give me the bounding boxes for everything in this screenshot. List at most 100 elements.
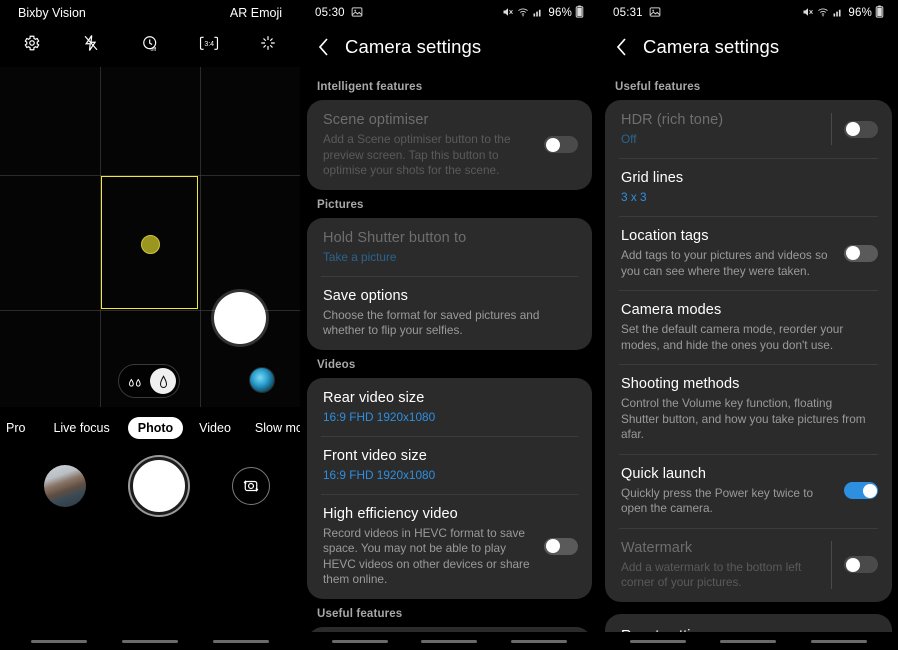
svg-text:3:4: 3:4 — [204, 41, 214, 48]
camera-app-panel: Bixby Vision AR Emoji off 3:4 Pro Live f… — [0, 0, 300, 650]
camera-mode-pro[interactable]: Pro — [0, 417, 35, 439]
nav-back-pill[interactable] — [511, 639, 568, 643]
row-description: Record videos in HEVC format to save spa… — [323, 525, 530, 587]
nav-home-pill[interactable] — [421, 639, 478, 643]
effects-icon[interactable] — [256, 31, 280, 55]
nav-back-pill[interactable] — [810, 639, 867, 643]
camera-settings-panel-top: 05:30 96% Camera settings Intelligent fe… — [300, 0, 598, 650]
nav-recents-pill[interactable] — [31, 639, 88, 643]
wide-lens-button[interactable] — [150, 368, 176, 394]
toggle-quick-launch[interactable] — [844, 482, 878, 499]
three-phone-screenshots: Bixby Vision AR Emoji off 3:4 Pro Live f… — [0, 0, 898, 650]
nav-home-pill[interactable] — [720, 639, 777, 643]
camera-mode-slow-motion[interactable]: Slow mot — [245, 417, 300, 439]
row-shooting-methods[interactable]: Shooting methods Control the Volume key … — [605, 364, 892, 454]
row-title: Location tags — [621, 228, 709, 244]
android-navigation-bar — [301, 632, 598, 650]
row-value: Take a picture — [323, 249, 397, 264]
back-chevron-icon[interactable] — [615, 37, 629, 57]
flash-off-icon[interactable] — [79, 31, 103, 55]
row-grid-lines[interactable]: Grid lines 3 x 3 — [605, 158, 892, 216]
row-location-tags[interactable]: Location tags Add tags to your pictures … — [605, 216, 892, 290]
card-pictures: Hold Shutter button to Take a picture Sa… — [307, 217, 592, 350]
row-title: Front video size — [323, 447, 427, 464]
row-rear-video-size[interactable]: Rear video size 16:9 FHD 1920x1080 — [307, 378, 592, 436]
switch-camera-icon[interactable] — [232, 467, 270, 505]
row-title: Save options — [323, 287, 409, 304]
aspect-ratio-3-4-icon[interactable]: 3:4 — [197, 31, 221, 55]
toggle-watermark[interactable] — [844, 556, 878, 573]
row-save-options[interactable]: Save options Choose the format for saved… — [307, 275, 592, 350]
nav-recents-pill[interactable] — [630, 639, 687, 643]
battery-icon — [875, 5, 884, 21]
status-bar: 05:30 96% — [301, 0, 598, 26]
row-scene-optimiser[interactable]: Scene optimiser Add a Scene optimiser bu… — [307, 100, 592, 190]
camera-bottom-controls — [0, 443, 300, 515]
ar-emoji-label[interactable]: AR Emoji — [230, 6, 282, 20]
camera-settings-panel-scrolled: 05:31 96% Camera settings Useful feature… — [598, 0, 898, 650]
camera-mode-photo[interactable]: Photo — [127, 417, 184, 439]
row-description: Control the Volume key function, floatin… — [621, 396, 866, 441]
back-chevron-icon[interactable] — [317, 37, 331, 57]
toggle-scene-optimiser[interactable] — [544, 136, 578, 154]
row-quick-launch[interactable]: Quick launch Quickly press the Power key… — [605, 453, 892, 528]
android-navigation-bar — [0, 632, 300, 650]
camera-top-labels: Bixby Vision AR Emoji — [0, 0, 300, 20]
signal-icon — [832, 6, 844, 21]
bixby-vision-icon[interactable] — [249, 367, 275, 393]
row-title: Grid lines — [621, 170, 684, 186]
nav-recents-pill[interactable] — [331, 639, 388, 643]
screenshot-icon — [649, 6, 661, 21]
section-label-pictures: Pictures — [317, 198, 364, 211]
section-label-useful-features: Useful features — [317, 607, 403, 620]
camera-mode-video[interactable]: Video — [189, 417, 241, 439]
row-description: Add a Scene optimiser button to the prev… — [323, 132, 511, 177]
ultra-wide-lens-button[interactable] — [122, 368, 148, 394]
gallery-thumbnail[interactable] — [44, 465, 86, 507]
row-hold-shutter-button-to[interactable]: Hold Shutter button to Take a picture — [307, 218, 592, 276]
row-title: High efficiency video — [323, 505, 458, 522]
row-hdr-rich-tone[interactable]: HDR (rich tone) Off — [605, 100, 892, 158]
bixby-vision-label[interactable]: Bixby Vision — [18, 6, 86, 20]
row-value: 3 x 3 — [621, 190, 647, 204]
shutter-button[interactable] — [130, 457, 188, 515]
status-bar: 05:31 96% — [599, 0, 898, 26]
toggle-high-efficiency-video[interactable] — [544, 537, 578, 555]
card-useful-features: HDR (rich tone) Off Grid lines 3 x 3 Loc… — [605, 100, 892, 602]
row-title: HDR (rich tone) — [621, 112, 724, 128]
row-front-video-size[interactable]: Front video size 16:9 FHD 1920x1080 — [307, 435, 592, 494]
row-description: Quickly press the Power key twice to ope… — [621, 485, 814, 516]
page-title: Camera settings — [643, 36, 780, 57]
floating-shutter-preview[interactable] — [214, 292, 266, 344]
camera-viewfinder[interactable] — [0, 67, 300, 407]
toggle-location-tags[interactable] — [844, 244, 878, 262]
row-high-efficiency-video[interactable]: High efficiency video Record videos in H… — [307, 493, 592, 599]
row-separator — [831, 540, 832, 589]
wifi-icon — [517, 6, 529, 21]
row-value: Off — [621, 132, 637, 146]
timer-off-icon[interactable]: off — [138, 31, 162, 55]
section-label-videos: Videos — [317, 358, 356, 371]
battery-percent-label: 96% — [848, 7, 872, 19]
nav-home-pill[interactable] — [121, 639, 178, 643]
row-description: Add a watermark to the bottom left corne… — [621, 559, 802, 590]
status-bar-right: 96% — [502, 5, 584, 21]
card-intelligent-features: Scene optimiser Add a Scene optimiser bu… — [307, 100, 592, 190]
toggle-hdr-rich-tone[interactable] — [844, 120, 878, 138]
section-label-useful-features: Useful features — [615, 81, 701, 93]
row-value: 16:9 FHD 1920x1080 — [323, 467, 436, 482]
row-watermark[interactable]: Watermark Add a watermark to the bottom … — [605, 527, 892, 602]
nav-back-pill[interactable] — [212, 639, 269, 643]
row-title: Rear video size — [323, 389, 425, 406]
row-title: Quick launch — [621, 465, 707, 482]
row-title: Shooting methods — [621, 376, 740, 392]
section-label-intelligent-features: Intelligent features — [317, 81, 423, 93]
camera-mode-selector: Pro Live focus Photo Video Slow mot — [0, 407, 300, 443]
camera-mode-live-focus[interactable]: Live focus — [43, 417, 119, 439]
status-bar-time: 05:31 — [613, 7, 643, 19]
card-videos: Rear video size 16:9 FHD 1920x1080 Front… — [307, 377, 592, 599]
settings-gear-icon[interactable] — [20, 31, 44, 55]
svg-text:off: off — [150, 47, 156, 53]
lens-selector — [118, 364, 180, 398]
row-camera-modes[interactable]: Camera modes Set the default camera mode… — [605, 290, 892, 364]
